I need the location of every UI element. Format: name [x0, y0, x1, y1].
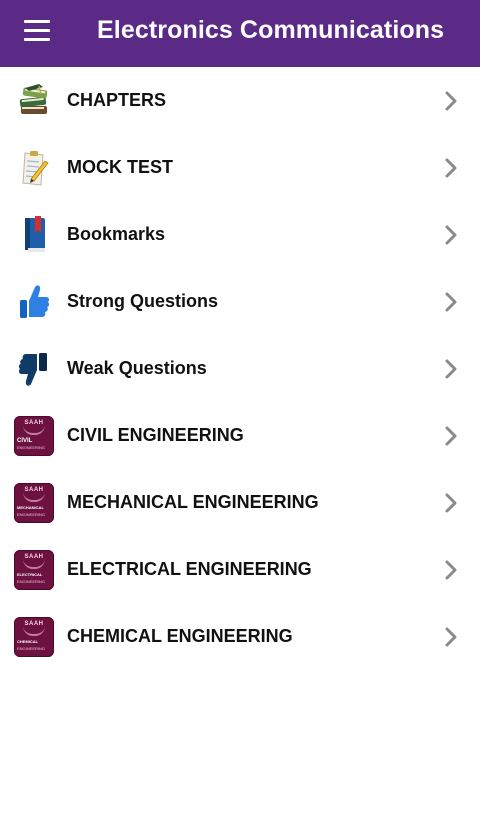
- list-item-strong-questions[interactable]: Strong Questions: [0, 268, 480, 335]
- list-item-label: CHAPTERS: [67, 90, 167, 110]
- chevron-right-icon: [445, 158, 457, 177]
- list-item-label: CHEMICAL ENGINEERING: [67, 626, 293, 646]
- books-icon: [13, 80, 55, 122]
- list-item-chemical-engineering[interactable]: SAAH CHEMICAL ENGINEERING CHEMICAL ENGIN…: [0, 603, 480, 670]
- chevron-right-icon: [445, 91, 457, 110]
- list-item-label: MECHANICAL ENGINEERING: [67, 492, 319, 512]
- notepad-pencil-icon: [13, 147, 55, 189]
- app-bar: Electronics Communications: [0, 0, 480, 67]
- list-item-weak-questions[interactable]: Weak Questions: [0, 335, 480, 402]
- list-item-label: CIVIL ENGINEERING: [67, 425, 244, 445]
- mechanical-engineering-logo-icon: SAAH MECHANICAL ENGINEERING: [13, 482, 55, 524]
- hamburger-menu-icon[interactable]: [24, 20, 50, 42]
- list-item-electrical-engineering[interactable]: SAAH ELECTRICAL ENGINEERING ELECTRICAL E…: [0, 536, 480, 603]
- bookmark-book-icon: [13, 214, 55, 256]
- chevron-right-icon: [445, 359, 457, 378]
- list-item-chapters[interactable]: CHAPTERS: [0, 67, 480, 134]
- chevron-right-icon: [445, 493, 457, 512]
- thumbs-up-icon: [13, 281, 55, 323]
- chevron-right-icon: [445, 225, 457, 244]
- list-item-label: MOCK TEST: [67, 157, 173, 177]
- chevron-right-icon: [445, 560, 457, 579]
- civil-engineering-logo-icon: SAAH CIVIL ENGINEERING: [13, 415, 55, 457]
- list-item-civil-engineering[interactable]: SAAH CIVIL ENGINEERING CIVIL ENGINEERING: [0, 402, 480, 469]
- chevron-right-icon: [445, 627, 457, 646]
- chevron-right-icon: [445, 292, 457, 311]
- menu-list: CHAPTERS MOCK TEST Bookmarks Strong Ques…: [0, 67, 480, 670]
- list-item-label: Strong Questions: [67, 291, 219, 311]
- list-item-mock-test[interactable]: MOCK TEST: [0, 134, 480, 201]
- page-title: Electronics Communications: [97, 16, 445, 44]
- list-item-bookmarks[interactable]: Bookmarks: [0, 201, 480, 268]
- list-item-label: Weak Questions: [67, 358, 207, 378]
- thumbs-down-icon: [13, 348, 55, 390]
- list-item-label: ELECTRICAL ENGINEERING: [67, 559, 312, 579]
- list-item-label: Bookmarks: [67, 224, 166, 244]
- chemical-engineering-logo-icon: SAAH CHEMICAL ENGINEERING: [13, 616, 55, 658]
- chevron-right-icon: [445, 426, 457, 445]
- electrical-engineering-logo-icon: SAAH ELECTRICAL ENGINEERING: [13, 549, 55, 591]
- list-item-mechanical-engineering[interactable]: SAAH MECHANICAL ENGINEERING MECHANICAL E…: [0, 469, 480, 536]
